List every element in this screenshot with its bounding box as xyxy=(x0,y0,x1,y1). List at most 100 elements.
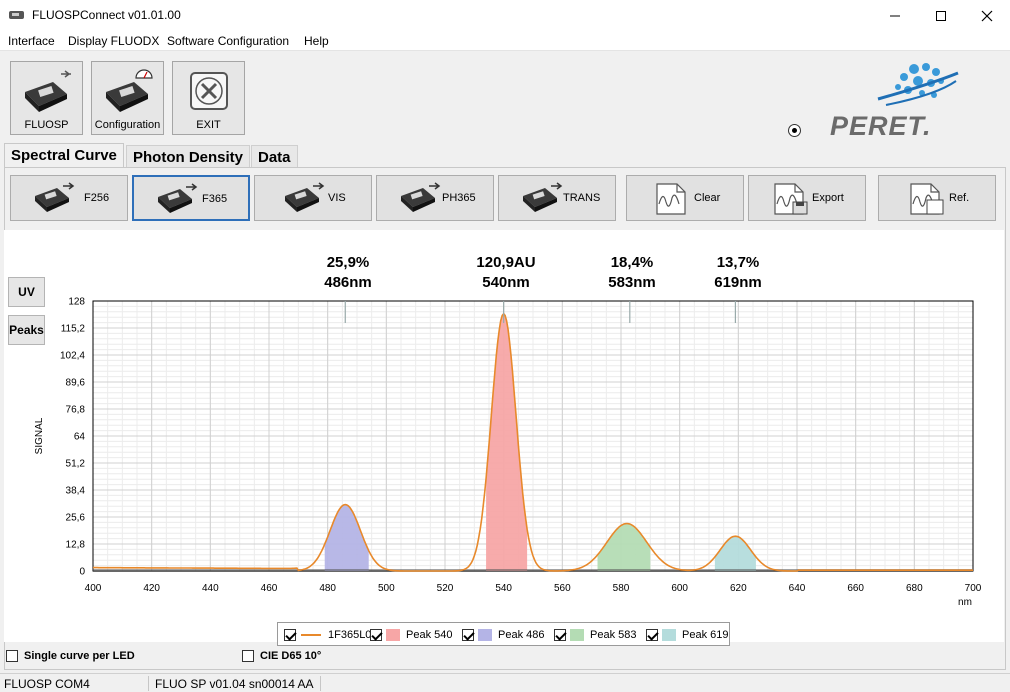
legend-label: Peak 486 xyxy=(498,629,545,641)
x-tick-label: 600 xyxy=(671,583,688,594)
window-title: FLUOSPConnect v01.01.00 xyxy=(32,8,181,22)
peak-583-value: 18,4% xyxy=(610,254,654,271)
x-tick-label: 640 xyxy=(789,583,806,594)
exit-button[interactable]: EXIT xyxy=(172,61,245,135)
legend-item-peak-619[interactable]: Peak 619 xyxy=(646,627,728,643)
clear-button[interactable]: Clear xyxy=(626,175,744,221)
menu-display-fluodx[interactable]: Display FLUODX xyxy=(68,34,159,48)
exit-x-icon xyxy=(190,72,228,110)
ref-button[interactable]: Ref. xyxy=(878,175,996,221)
legend-checkbox[interactable] xyxy=(462,629,474,641)
led-f256-label: F256 xyxy=(84,192,110,204)
menu-software-configuration[interactable]: Software Configuration xyxy=(167,34,289,48)
peak-486-value: 25,9% xyxy=(326,254,370,271)
peret-logo: PERET. xyxy=(828,55,990,141)
uv-button[interactable]: UV xyxy=(8,277,45,307)
x-tick-label: 700 xyxy=(965,583,982,594)
led-ph365-label: PH365 xyxy=(442,192,476,204)
peak-band-619 xyxy=(714,536,756,571)
main-toolbar: FLUOSP Configuration EXIT PERET. xyxy=(0,51,1010,143)
led-f365-button[interactable]: F365 xyxy=(132,175,250,221)
x-tick-label: 660 xyxy=(847,583,864,594)
ref-doc-icon xyxy=(910,183,944,215)
legend-checkbox[interactable] xyxy=(370,629,382,641)
device-gauge-icon xyxy=(106,69,153,112)
legend-label: Peak 583 xyxy=(590,629,637,641)
export-button[interactable]: Export xyxy=(748,175,866,221)
clear-doc-icon xyxy=(656,183,686,215)
fluosp-label: FLUOSP xyxy=(24,119,69,131)
peak-583-wavelength: 583nm xyxy=(608,274,656,291)
tab-spectral-curve[interactable]: Spectral Curve xyxy=(4,143,124,168)
ref-label: Ref. xyxy=(949,192,970,204)
minimize-button[interactable] xyxy=(872,0,918,31)
peak-540-wavelength: 540nm xyxy=(482,274,530,291)
led-f365-label: F365 xyxy=(202,193,228,205)
connection-indicator[interactable] xyxy=(788,124,801,137)
clear-label: Clear xyxy=(694,192,721,204)
led-button-bar: F256 F365 VIS PH365 TRANS Clear Export R… xyxy=(4,172,1004,226)
legend-swatch xyxy=(478,629,492,641)
tab-data[interactable]: Data xyxy=(251,145,298,167)
close-button[interactable] xyxy=(964,0,1010,31)
x-tick-label: 620 xyxy=(730,583,747,594)
legend-line-swatch xyxy=(301,634,321,636)
single-curve-option[interactable]: Single curve per LED xyxy=(6,650,135,662)
maximize-button[interactable] xyxy=(918,0,964,31)
configuration-button[interactable]: Configuration xyxy=(91,61,164,135)
legend-item-peak-486[interactable]: Peak 486 xyxy=(462,627,544,643)
legend-item-curve[interactable]: 1F365L0 xyxy=(284,627,371,643)
y-tick-label: 38,4 xyxy=(66,486,86,497)
y-tick-label: 0 xyxy=(79,567,85,578)
legend-checkbox[interactable] xyxy=(646,629,658,641)
x-tick-label: 400 xyxy=(85,583,102,594)
x-tick-label: 540 xyxy=(495,583,512,594)
menu-interface[interactable]: Interface xyxy=(8,34,55,48)
legend-checkbox[interactable] xyxy=(284,629,296,641)
tab-photon-density[interactable]: Photon Density xyxy=(126,145,251,167)
y-axis-label: SIGNAL xyxy=(34,417,45,454)
led-device-icon xyxy=(523,182,563,212)
y-tick-label: 76,8 xyxy=(66,405,86,416)
status-device: FLUO SP v01.04 sn00014 AA xyxy=(155,677,314,691)
fluosp-button[interactable]: FLUOSP xyxy=(10,61,83,135)
led-vis-button[interactable]: VIS xyxy=(254,175,372,221)
led-device-icon xyxy=(285,182,325,212)
maximize-icon xyxy=(936,10,946,21)
cie-checkbox[interactable] xyxy=(242,650,254,662)
legend-checkbox[interactable] xyxy=(554,629,566,641)
led-trans-button[interactable]: TRANS xyxy=(498,175,616,221)
led-ph365-button[interactable]: PH365 xyxy=(376,175,494,221)
y-tick-label: 51,2 xyxy=(66,459,86,470)
peak-band-540 xyxy=(486,313,528,571)
led-device-icon xyxy=(158,183,198,213)
y-tick-label: 128 xyxy=(68,297,85,308)
led-device-icon xyxy=(35,182,75,212)
legend-label: Peak 540 xyxy=(406,629,453,641)
status-separator xyxy=(148,676,149,691)
legend-swatch xyxy=(386,629,400,641)
y-tick-label: 12,8 xyxy=(66,540,86,551)
x-tick-label: 500 xyxy=(378,583,395,594)
legend-item-peak-540[interactable]: Peak 540 xyxy=(370,627,452,643)
peaks-button[interactable]: Peaks xyxy=(8,315,45,345)
status-bar: FLUOSP COM4 FLUO SP v01.04 sn00014 AA xyxy=(0,673,1010,692)
close-icon xyxy=(981,10,993,21)
chart-legend: 1F365L0 Peak 540 Peak 486 Peak 583 Peak … xyxy=(277,622,730,646)
peak-label-583: 18,4% 583nm xyxy=(587,253,677,293)
title-bar: FLUOSPConnect v01.01.00 xyxy=(0,0,1010,31)
led-device-icon xyxy=(401,182,441,212)
peak-label-619: 13,7% 619nm xyxy=(693,253,783,293)
legend-item-peak-583[interactable]: Peak 583 xyxy=(554,627,636,643)
x-tick-label: 560 xyxy=(554,583,571,594)
menu-help[interactable]: Help xyxy=(304,34,329,48)
led-f256-button[interactable]: F256 xyxy=(10,175,128,221)
x-tick-label: 580 xyxy=(613,583,630,594)
app-icon xyxy=(9,11,24,19)
y-tick-label: 64 xyxy=(74,432,86,443)
single-curve-checkbox[interactable] xyxy=(6,650,18,662)
cie-option[interactable]: CIE D65 10° xyxy=(242,650,321,662)
y-tick-label: 89,6 xyxy=(66,378,86,389)
x-tick-label: 680 xyxy=(906,583,923,594)
peak-486-wavelength: 486nm xyxy=(324,274,372,291)
